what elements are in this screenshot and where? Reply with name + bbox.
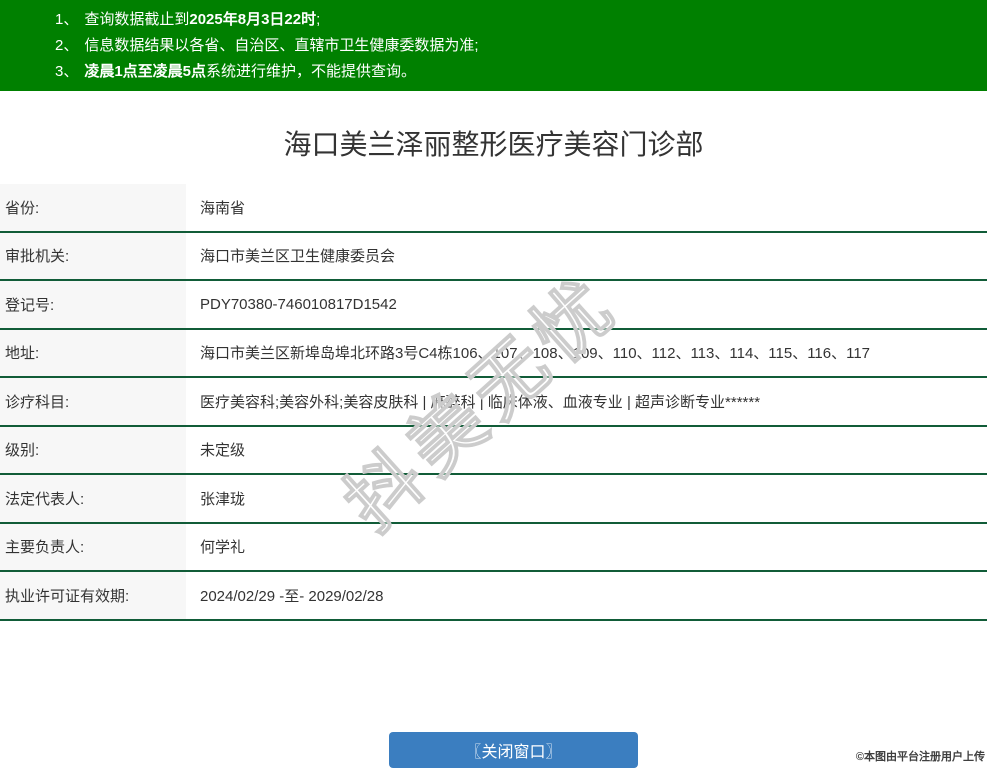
info-table: 省份: 海南省 审批机关: 海口市美兰区卫生健康委员会 登记号: PDY7038… xyxy=(0,184,987,621)
row-value: 海口市美兰区新埠岛埠北环路3号C4栋106、107、108、109、110、11… xyxy=(186,330,987,377)
image-credit-note: ©本图由平台注册用户上传 xyxy=(856,748,985,764)
notice-text: 信息数据结果以各省、自治区、直辖市卫生健康委数据为准; xyxy=(84,37,478,54)
table-row-clinical-departments: 诊疗科目: 医疗美容科;美容外科;美容皮肤科 | 麻醉科 | 临床体液、血液专业… xyxy=(0,378,987,427)
row-value: 何学礼 xyxy=(186,524,987,571)
row-value: PDY70380-746010817D1542 xyxy=(186,281,987,328)
table-row-approval-authority: 审批机关: 海口市美兰区卫生健康委员会 xyxy=(0,233,987,282)
notice-number: 1、 xyxy=(55,11,78,28)
row-label: 登记号: xyxy=(0,281,186,328)
table-row-address: 地址: 海口市美兰区新埠岛埠北环路3号C4栋106、107、108、109、11… xyxy=(0,330,987,379)
row-value: 海南省 xyxy=(186,184,987,231)
row-label: 主要负责人: xyxy=(0,524,186,571)
table-row-province: 省份: 海南省 xyxy=(0,184,987,233)
table-row-registration-number: 登记号: PDY70380-746010817D1542 xyxy=(0,281,987,330)
row-value: 张津珑 xyxy=(186,475,987,522)
notice-text: ; xyxy=(316,11,320,28)
notice-number: 3、 xyxy=(55,63,78,80)
row-label: 级别: xyxy=(0,427,186,474)
notice-banner: 1、查询数据截止到2025年8月3日22时; 2、信息数据结果以各省、自治区、直… xyxy=(0,0,987,91)
row-label: 审批机关: xyxy=(0,233,186,280)
table-row-legal-representative: 法定代表人: 张津珑 xyxy=(0,475,987,524)
table-row-level: 级别: 未定级 xyxy=(0,427,987,476)
notice-line-1: 1、查询数据截止到2025年8月3日22时; xyxy=(55,7,977,33)
row-value: 医疗美容科;美容外科;美容皮肤科 | 麻醉科 | 临床体液、血液专业 | 超声诊… xyxy=(186,378,987,425)
notice-text: 查询数据截止到 xyxy=(84,11,189,28)
row-label: 执业许可证有效期: xyxy=(0,572,186,619)
notice-line-2: 2、信息数据结果以各省、自治区、直辖市卫生健康委数据为准; xyxy=(55,33,977,59)
license-query-page: 1、查询数据截止到2025年8月3日22时; 2、信息数据结果以各省、自治区、直… xyxy=(0,0,987,770)
table-row-principal: 主要负责人: 何学礼 xyxy=(0,524,987,573)
row-value: 未定级 xyxy=(186,427,987,474)
row-label: 地址: xyxy=(0,330,186,377)
row-value: 海口市美兰区卫生健康委员会 xyxy=(186,233,987,280)
notice-text-bold: 2025年8月3日22时 xyxy=(189,11,316,28)
row-label: 法定代表人: xyxy=(0,475,186,522)
notice-text: 系统进行维护，不能提供查询。 xyxy=(206,63,416,80)
page-title: 海口美兰泽丽整形医疗美容门诊部 xyxy=(0,91,987,163)
row-value: 2024/02/29 -至- 2029/02/28 xyxy=(186,572,987,619)
close-window-button[interactable]: 〖关闭窗口〗 xyxy=(389,732,638,768)
table-row-license-validity: 执业许可证有效期: 2024/02/29 -至- 2029/02/28 xyxy=(0,572,987,621)
notice-text-bold: 凌晨1点至凌晨5点 xyxy=(84,63,206,80)
row-label: 诊疗科目: xyxy=(0,378,186,425)
row-label: 省份: xyxy=(0,184,186,231)
notice-number: 2、 xyxy=(55,37,78,54)
notice-line-3: 3、凌晨1点至凌晨5点系统进行维护，不能提供查询。 xyxy=(55,59,977,85)
